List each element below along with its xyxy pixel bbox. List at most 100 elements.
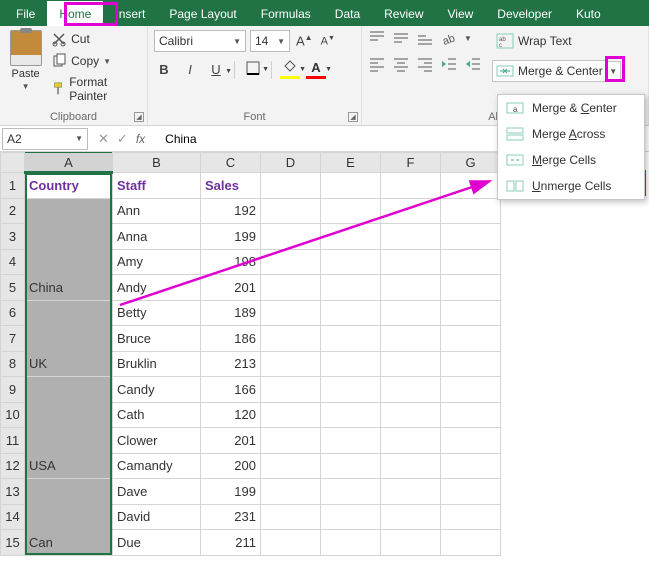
row-header[interactable]: 6 (1, 300, 25, 326)
chevron-down-icon[interactable]: ▼ (103, 57, 111, 66)
increase-indent-button[interactable] (464, 56, 482, 72)
cell-A1[interactable]: Country (25, 173, 113, 199)
cell-E15[interactable] (321, 530, 381, 556)
decrease-font-button[interactable]: A▼ (319, 35, 337, 48)
cell-D2[interactable] (261, 198, 321, 224)
cell-A12[interactable]: USA (25, 453, 113, 479)
cell-C12[interactable]: 200 (201, 453, 261, 479)
cell-G3[interactable] (441, 224, 501, 250)
cell-C9[interactable]: 166 (201, 377, 261, 403)
cell-G10[interactable] (441, 402, 501, 428)
cell-C4[interactable]: 198 (201, 249, 261, 275)
align-top-button[interactable] (368, 30, 386, 46)
cell-G13[interactable] (441, 479, 501, 505)
cell-G6[interactable] (441, 300, 501, 326)
tab-formulas[interactable]: Formulas (249, 1, 323, 26)
cell-C7[interactable]: 186 (201, 326, 261, 352)
cell-E11[interactable] (321, 428, 381, 454)
col-header-E[interactable]: E (321, 153, 381, 173)
row-header[interactable]: 4 (1, 249, 25, 275)
cell-A13[interactable] (25, 479, 113, 505)
row-header[interactable]: 9 (1, 377, 25, 403)
align-center-button[interactable] (392, 56, 410, 72)
cell-B14[interactable]: David (113, 504, 201, 530)
tab-review[interactable]: Review (372, 1, 435, 26)
cell-B12[interactable]: Camandy (113, 453, 201, 479)
row-header[interactable]: 10 (1, 402, 25, 428)
cell-E13[interactable] (321, 479, 381, 505)
cell-F6[interactable] (381, 300, 441, 326)
cell-F11[interactable] (381, 428, 441, 454)
tab-developer[interactable]: Developer (485, 1, 564, 26)
cell-A3[interactable] (25, 224, 113, 250)
align-bottom-button[interactable] (416, 30, 434, 46)
cell-C3[interactable]: 199 (201, 224, 261, 250)
cell-C2[interactable]: 192 (201, 198, 261, 224)
cell-D9[interactable] (261, 377, 321, 403)
cell-A8[interactable]: UK (25, 351, 113, 377)
cell-B9[interactable]: Candy (113, 377, 201, 403)
cell-G12[interactable] (441, 453, 501, 479)
col-header-D[interactable]: D (261, 153, 321, 173)
cell-F9[interactable] (381, 377, 441, 403)
align-middle-button[interactable] (392, 30, 410, 46)
menu-merge-cells[interactable]: Merge Cells (498, 147, 644, 173)
format-painter-button[interactable]: Format Painter (49, 74, 141, 104)
row-header[interactable]: 13 (1, 479, 25, 505)
cell-D10[interactable] (261, 402, 321, 428)
cell-F3[interactable] (381, 224, 441, 250)
cell-C10[interactable]: 120 (201, 402, 261, 428)
cell-G1[interactable] (441, 173, 501, 199)
tab-page-layout[interactable]: Page Layout (157, 1, 248, 26)
menu-unmerge-cells[interactable]: Unmerge Cells (498, 173, 644, 199)
clipboard-dialog-launcher[interactable]: ◢ (134, 112, 144, 122)
font-color-button[interactable]: A ▼ (306, 60, 326, 79)
cell-D7[interactable] (261, 326, 321, 352)
increase-font-button[interactable]: A▲ (294, 33, 315, 48)
row-header[interactable]: 8 (1, 351, 25, 377)
paste-button[interactable]: Paste ▼ (6, 30, 45, 107)
tab-view[interactable]: View (436, 1, 486, 26)
cell-B2[interactable]: Ann (113, 198, 201, 224)
cell-E9[interactable] (321, 377, 381, 403)
cell-A11[interactable] (25, 428, 113, 454)
cell-E1[interactable] (321, 173, 381, 199)
cell-D14[interactable] (261, 504, 321, 530)
cell-C1[interactable]: Sales (201, 173, 261, 199)
cell-D6[interactable] (261, 300, 321, 326)
row-header[interactable]: 12 (1, 453, 25, 479)
menu-merge-across[interactable]: Merge Across (498, 121, 644, 147)
cell-F1[interactable] (381, 173, 441, 199)
wrap-text-button[interactable]: abc Wrap Text (492, 30, 621, 52)
align-right-button[interactable] (416, 56, 434, 72)
cell-B8[interactable]: Bruklin (113, 351, 201, 377)
cell-E5[interactable] (321, 275, 381, 301)
row-header[interactable]: 11 (1, 428, 25, 454)
cell-A4[interactable] (25, 249, 113, 275)
font-size-select[interactable]: 14▼ (250, 30, 290, 52)
cell-D11[interactable] (261, 428, 321, 454)
cell-E12[interactable] (321, 453, 381, 479)
confirm-edit-button[interactable]: ✓ (117, 131, 128, 147)
cell-D13[interactable] (261, 479, 321, 505)
select-all-corner[interactable] (1, 153, 25, 173)
tab-kutools[interactable]: Kuto (564, 1, 613, 26)
chevron-down-icon[interactable]: ▼ (262, 66, 269, 73)
decrease-indent-button[interactable] (440, 56, 458, 72)
col-header-B[interactable]: B (113, 153, 201, 173)
cell-E4[interactable] (321, 249, 381, 275)
col-header-C[interactable]: C (201, 153, 261, 173)
row-header[interactable]: 2 (1, 198, 25, 224)
cell-C14[interactable]: 231 (201, 504, 261, 530)
row-header[interactable]: 5 (1, 275, 25, 301)
cut-button[interactable]: Cut (49, 30, 141, 48)
align-left-button[interactable] (368, 56, 386, 72)
cell-B11[interactable]: Clower (113, 428, 201, 454)
cell-A15[interactable]: Can (25, 530, 113, 556)
row-header[interactable]: 3 (1, 224, 25, 250)
cancel-edit-button[interactable]: ✕ (98, 131, 109, 147)
cell-E10[interactable] (321, 402, 381, 428)
chevron-down-icon[interactable]: ▼ (22, 82, 30, 91)
row-header[interactable]: 7 (1, 326, 25, 352)
cell-A7[interactable] (25, 326, 113, 352)
